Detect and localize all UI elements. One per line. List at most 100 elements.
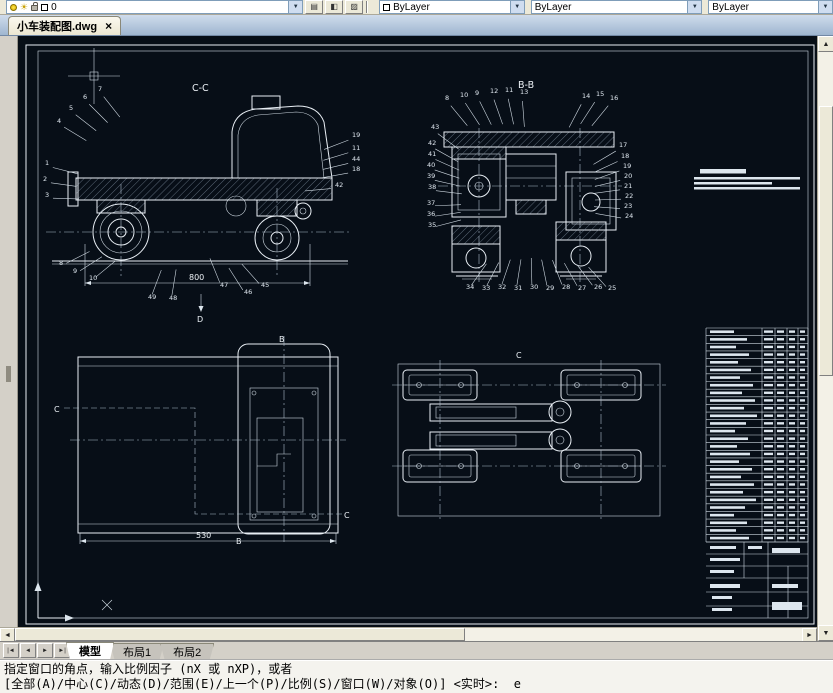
view-label: C [54, 405, 60, 414]
callout-number: 21 [624, 182, 632, 190]
callout-number: 3 [45, 191, 49, 199]
current-layer-name: 0 [51, 2, 57, 13]
document-tab-bar: 小车装配图.dwg × [0, 15, 833, 36]
scroll-left-button[interactable]: ◄ [0, 628, 15, 642]
callout-number: 45 [261, 281, 269, 289]
make-object-layer-current-button[interactable]: ◧ [325, 0, 343, 14]
horizontal-scrollbar[interactable]: ◄ ► [0, 627, 817, 641]
command-input[interactable]: e [514, 677, 521, 691]
current-lineweight: ByLayer [712, 2, 749, 13]
view-label: B [236, 537, 242, 546]
view-label: 800 [189, 273, 204, 282]
scroll-up-button[interactable]: ▲ [818, 36, 833, 52]
callout-number: 24 [625, 212, 633, 220]
callout-number: 6 [83, 93, 87, 101]
callout-number: 11 [352, 144, 360, 152]
layer-properties-button[interactable]: ▤ [305, 0, 323, 14]
callout-number: 10 [460, 91, 468, 99]
chevron-down-icon[interactable]: ▼ [288, 1, 302, 13]
callout-number: 42 [335, 181, 343, 189]
callout-number: 10 [89, 274, 97, 282]
parts-list-table [706, 328, 808, 542]
color-dropdown[interactable]: ByLayer ▼ [379, 0, 525, 14]
callout-number: 18 [621, 152, 629, 160]
callout-number: 27 [578, 284, 586, 292]
tab-layout1[interactable]: 布局1 [110, 643, 164, 659]
lineweight-dropdown[interactable]: ByLayer ▼ [708, 0, 833, 14]
scroll-down-button[interactable]: ▼ [818, 625, 833, 641]
toolbar-separator [366, 1, 368, 13]
layer-previous-button[interactable]: ▨ [345, 0, 363, 14]
first-tab-button[interactable]: |◄ [3, 643, 19, 658]
command-input-line[interactable]: [全部(A)/中心(C)/动态(D)/范围(E)/上一个(P)/比例(S)/窗口… [4, 677, 829, 692]
callout-number: 11 [505, 86, 513, 94]
document-tab[interactable]: 小车装配图.dwg × [8, 16, 121, 35]
callout-number: 42 [428, 139, 436, 147]
view-label: 530 [196, 531, 211, 540]
callout-number: 31 [514, 284, 522, 292]
drawing-canvas[interactable]: 1234567891049484746451911441842810912111… [0, 36, 817, 627]
callout-number: 26 [594, 283, 602, 291]
callout-number: 1 [45, 159, 49, 167]
vertical-scroll-thumb[interactable] [819, 106, 833, 376]
layer-lock-icon [31, 5, 38, 11]
view-label: B [279, 335, 285, 344]
callout-number: 47 [220, 281, 228, 289]
document-tab-title: 小车装配图.dwg [17, 18, 97, 34]
callout-number: 22 [625, 192, 633, 200]
model-space-canvas[interactable]: 1234567891049484746451911441842810912111… [0, 36, 817, 627]
callout-number: 17 [619, 141, 627, 149]
drawing-frame [26, 45, 814, 624]
callout-number: 35 [428, 221, 436, 229]
callout-number: 30 [530, 283, 538, 291]
callout-number: 41 [428, 150, 436, 158]
tab-model[interactable]: 模型 [66, 642, 114, 659]
layer-on-icon [10, 4, 17, 11]
command-history-line: 指定窗口的角点，输入比例因子 (nX 或 nXP)，或者 [4, 662, 829, 677]
chevron-down-icon[interactable]: ▼ [510, 1, 524, 13]
autocad-window: ☀ 0 ▼ ▤ ◧ ▨ ByLayer ▼ ByLayer ▼ ByLayer … [0, 0, 833, 693]
callout-number: 40 [427, 161, 435, 169]
view-section-bb [438, 128, 622, 282]
layer-freeze-icon: ☀ [20, 3, 28, 12]
view-label: D [197, 315, 203, 324]
dock-grip[interactable] [6, 366, 11, 382]
chevron-down-icon[interactable]: ▼ [818, 1, 832, 13]
tab-layout2[interactable]: 布局2 [160, 643, 214, 659]
callout-number: 36 [427, 210, 435, 218]
previous-tab-button[interactable]: ◄ [20, 643, 36, 658]
command-prompt: [全部(A)/中心(C)/动态(D)/范围(E)/上一个(P)/比例(S)/窗口… [4, 677, 499, 691]
current-linetype: ByLayer [535, 2, 572, 13]
vertical-scrollbar[interactable]: ▲ ▼ [817, 36, 833, 641]
callout-number: 33 [482, 284, 490, 292]
notes-block [694, 169, 800, 190]
callout-number: 18 [352, 165, 360, 173]
ucs-icon [35, 582, 75, 622]
view-plan [64, 336, 346, 544]
callout-number: 4 [57, 117, 61, 125]
command-window: 指定窗口的角点，输入比例因子 (nX 或 nXP)，或者 [全部(A)/中心(C… [0, 659, 833, 693]
layer-dropdown[interactable]: ☀ 0 ▼ [6, 0, 303, 14]
close-icon[interactable]: × [105, 20, 112, 32]
view-label: C [344, 511, 350, 520]
callout-number: 20 [624, 172, 632, 180]
callout-number: 48 [169, 294, 177, 302]
properties-toolbar: ☀ 0 ▼ ▤ ◧ ▨ ByLayer ▼ ByLayer ▼ ByLayer … [0, 0, 833, 15]
point-marker [102, 600, 112, 610]
view-label: C [516, 351, 522, 360]
callout-number: 28 [562, 283, 570, 291]
color-swatch [383, 4, 390, 11]
callout-number: 23 [624, 202, 632, 210]
linetype-dropdown[interactable]: ByLayer ▼ [531, 0, 703, 14]
horizontal-scroll-thumb[interactable] [15, 628, 465, 641]
callout-number: 19 [623, 162, 631, 170]
view-label: B-B [518, 80, 534, 91]
next-tab-button[interactable]: ► [37, 643, 53, 658]
layout-tab-bar: |◄ ◄ ► ►| 模型 布局1 布局2 [0, 641, 833, 659]
callout-number: 14 [582, 92, 590, 100]
callout-number: 8 [59, 259, 63, 267]
scroll-right-button[interactable]: ► [802, 628, 817, 642]
current-color: ByLayer [393, 2, 430, 13]
callout-number: 7 [98, 85, 102, 93]
chevron-down-icon[interactable]: ▼ [687, 1, 701, 13]
